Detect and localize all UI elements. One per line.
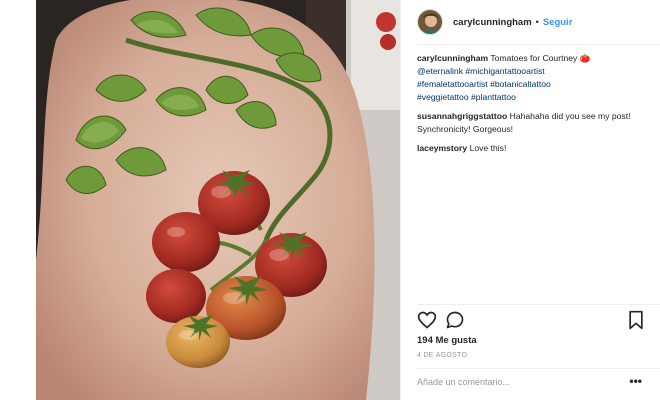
post-image[interactable] xyxy=(36,0,400,400)
header-divider xyxy=(417,44,660,45)
comment-username[interactable]: laceymstory xyxy=(417,143,467,153)
actions-divider xyxy=(417,304,660,305)
comment-button[interactable] xyxy=(445,310,465,330)
caption-hashtags-3[interactable]: #veggietattoo #planttattoo xyxy=(417,92,516,102)
caption-mention[interactable]: @eternalink xyxy=(417,66,463,76)
avatar-image xyxy=(418,10,442,34)
action-bar xyxy=(417,310,617,332)
comment-text: Love this! xyxy=(469,143,507,153)
caption-hashtags-2[interactable]: #femaletattooartist #botanicaltattoo xyxy=(417,79,551,89)
caption-hashtags-1[interactable]: #michigantattooartist xyxy=(465,66,544,76)
comment-icon xyxy=(446,311,464,329)
separator-dot: • xyxy=(535,17,539,27)
post-header: carylcunningham • Seguir xyxy=(417,6,660,38)
list-item: laceymstory Love this! xyxy=(417,142,649,155)
post-date: 4 DE AGOSTO xyxy=(417,352,468,359)
more-options-icon[interactable]: ••• xyxy=(629,374,642,388)
caption: carylcunningham Tomatoes for Courtney 🍅 … xyxy=(417,52,649,104)
comment-input-divider xyxy=(417,368,660,369)
like-button[interactable] xyxy=(417,310,437,330)
caption-text: Tomatoes for Courtney 🍅 xyxy=(490,53,591,63)
post-author-username[interactable]: carylcunningham xyxy=(453,17,532,28)
caption-username[interactable]: carylcunningham xyxy=(417,53,488,63)
add-comment-input[interactable]: Añade un comentario... xyxy=(417,377,510,387)
bookmark-icon xyxy=(629,310,643,330)
tattoo-photo xyxy=(36,0,400,400)
likes-count[interactable]: 194 Me gusta xyxy=(417,335,477,346)
save-button[interactable] xyxy=(626,310,646,330)
page-margin xyxy=(0,0,36,400)
comments-list: carylcunningham Tomatoes for Courtney 🍅 … xyxy=(417,52,649,161)
heart-icon xyxy=(417,311,437,329)
avatar[interactable] xyxy=(417,9,443,35)
comment-username[interactable]: susannahgriggstattoo xyxy=(417,111,507,121)
post-sidebar: carylcunningham • Seguir carylcunningham… xyxy=(401,0,660,400)
follow-button[interactable]: Seguir xyxy=(543,17,573,28)
list-item: susannahgriggstattoo Hahahaha did you se… xyxy=(417,110,649,136)
